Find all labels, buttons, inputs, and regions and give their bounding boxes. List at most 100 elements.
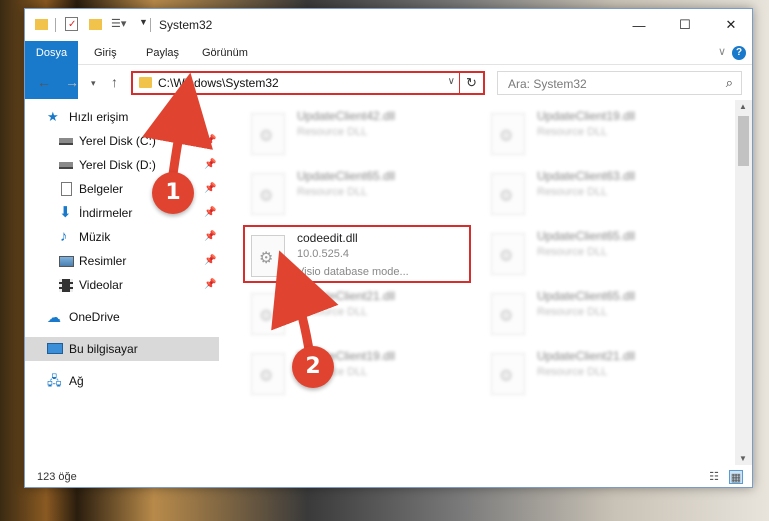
pin-icon[interactable]: 📌 xyxy=(204,129,216,153)
title-bar: ✓ ☰▾ ▼ System32 — ☐ ✕ xyxy=(25,9,752,41)
forward-button[interactable]: → xyxy=(65,74,79,90)
details-view-icon[interactable]: ☷ xyxy=(707,470,721,484)
divider xyxy=(55,18,56,32)
star-icon: ★ xyxy=(47,109,59,124)
dll-file-icon: ⚙ xyxy=(491,233,525,275)
pin-icon[interactable]: 📌 xyxy=(204,225,216,249)
new-folder-icon[interactable] xyxy=(89,19,102,30)
chevron-down-icon[interactable]: ▼ xyxy=(139,17,148,33)
vertical-scrollbar[interactable]: ▲ ▼ xyxy=(735,100,752,465)
file-item[interactable]: ⚙ UpdateClient63.dll Resource DLL xyxy=(485,165,713,223)
sidebar-item-music[interactable]: ♪ Müzik 📌 xyxy=(25,225,219,249)
download-icon: ⬇ xyxy=(59,204,72,221)
sidebar-item-label: Resimler xyxy=(79,254,127,268)
large-icons-view-icon[interactable]: ▦ xyxy=(729,470,743,484)
sidebar-item-onedrive[interactable]: ☁ OneDrive xyxy=(25,305,219,329)
address-path[interactable]: C:\Windows\System32 xyxy=(158,76,279,90)
file-name: codeedit.dll xyxy=(297,231,358,245)
file-description: Resource DLL xyxy=(537,366,608,378)
scroll-thumb[interactable] xyxy=(738,116,749,166)
collapse-ribbon-icon[interactable]: ∨ xyxy=(718,45,726,58)
item-count: 123 öğe xyxy=(37,471,77,483)
pin-icon[interactable]: 📌 xyxy=(204,201,216,225)
ribbon-tabs: Dosya Giriş Paylaş Görünüm ∨ ? xyxy=(25,41,752,99)
dll-file-icon: ⚙ xyxy=(251,293,285,335)
folder-icon xyxy=(139,77,152,88)
tab-home[interactable]: Giriş xyxy=(85,41,126,65)
dll-file-icon: ⚙ xyxy=(251,173,285,215)
folder-icon xyxy=(35,19,48,30)
sidebar-item-label: İndirmeler xyxy=(79,206,133,220)
sidebar-item-label: Yerel Disk (D:) xyxy=(79,158,156,172)
pin-icon[interactable]: 📌 xyxy=(204,273,216,297)
close-button[interactable]: ✕ xyxy=(708,9,754,41)
file-item[interactable]: ⚙ UpdateClient65.dll Resource DLL xyxy=(485,285,713,343)
pin-icon[interactable]: 📌 xyxy=(204,249,216,273)
sidebar-item-label: Belgeler xyxy=(79,182,124,196)
up-button[interactable]: ↑ xyxy=(111,74,118,90)
file-name: UpdateClient42.dll xyxy=(297,109,396,123)
pin-icon[interactable]: 📌 xyxy=(204,153,216,177)
tab-view[interactable]: Görünüm xyxy=(193,41,257,65)
drive-icon xyxy=(59,138,73,145)
status-bar: 123 öğe ☷ ▦ xyxy=(25,465,752,489)
file-item[interactable]: ⚙ UpdateClient19.dll Resource DLL xyxy=(485,105,713,163)
file-description: Resource DLL xyxy=(297,126,368,138)
search-input[interactable]: Ara: System32 xyxy=(508,77,587,91)
file-description: Resource DLL xyxy=(537,126,608,138)
file-version: 10.0.525.4 xyxy=(297,248,349,260)
dll-file-icon: ⚙ xyxy=(491,353,525,395)
back-button[interactable]: ← xyxy=(37,74,51,90)
properties-icon[interactable]: ✓ xyxy=(65,17,78,31)
explorer-window: ✓ ☰▾ ▼ System32 — ☐ ✕ Dosya Giriş Paylaş… xyxy=(24,8,753,488)
dll-file-icon: ⚙ xyxy=(251,353,285,395)
file-name: UpdateClient65.dll xyxy=(297,169,396,183)
navigation-bar: ← → ▾ ↑ C:\Windows\System32 ∨ ↻ Ara: Sys… xyxy=(25,66,752,100)
sidebar-item-pictures[interactable]: Resimler 📌 xyxy=(25,249,219,273)
file-item[interactable]: ⚙ UpdateClient19.dll Resource DLL xyxy=(245,345,473,403)
minimize-button[interactable]: — xyxy=(616,9,662,41)
address-bar[interactable]: C:\Windows\System32 ∨ ↻ xyxy=(131,71,485,95)
tab-share[interactable]: Paylaş xyxy=(137,41,188,65)
sidebar-item-label: Ağ xyxy=(69,374,84,388)
sidebar-item-quick-access[interactable]: ★ Hızlı erişim xyxy=(25,105,219,129)
file-name: UpdateClient65.dll xyxy=(537,289,636,303)
search-icon[interactable]: ⌕ xyxy=(726,75,733,91)
file-item[interactable]: ⚙ UpdateClient42.dll Resource DLL xyxy=(245,105,473,163)
scroll-down-icon[interactable]: ▼ xyxy=(739,454,747,463)
search-box[interactable]: Ara: System32 ⌕ xyxy=(497,71,742,95)
file-name: UpdateClient21.dll xyxy=(297,289,396,303)
sidebar-item-label: Videolar xyxy=(79,278,123,292)
refresh-button[interactable]: ↻ xyxy=(459,73,483,93)
scroll-up-icon[interactable]: ▲ xyxy=(739,102,747,111)
sidebar-item-label: Müzik xyxy=(79,230,111,244)
sidebar-item-drive-c[interactable]: Yerel Disk (C:) 📌 xyxy=(25,129,219,153)
maximize-button[interactable]: ☐ xyxy=(662,9,708,41)
pin-icon[interactable]: 📌 xyxy=(204,177,216,201)
sidebar-item-label: Hızlı erişim xyxy=(69,110,129,124)
cloud-icon: ☁ xyxy=(47,309,61,325)
step-badge-1: 1 xyxy=(152,172,194,214)
sidebar-item-this-pc[interactable]: Bu bilgisayar xyxy=(25,337,219,361)
customize-toolbar-icon[interactable]: ☰▾ xyxy=(111,17,126,33)
recent-locations-icon[interactable]: ▾ xyxy=(91,78,96,89)
sidebar-item-videos[interactable]: Videolar 📌 xyxy=(25,273,219,297)
computer-icon xyxy=(47,343,63,354)
file-item[interactable]: ⚙ UpdateClient21.dll Resource DLL xyxy=(485,345,713,403)
chevron-down-icon[interactable]: ∨ xyxy=(448,76,455,87)
file-description: Visio database mode... xyxy=(297,266,409,278)
file-item-codeedit[interactable]: ⚙ codeedit.dll 10.0.525.4 Visio database… xyxy=(243,225,471,283)
sidebar-item-network[interactable]: 🖧 Ağ xyxy=(25,369,219,393)
file-description: Resource DLL xyxy=(537,186,608,198)
help-icon[interactable]: ? xyxy=(732,46,746,60)
file-description: Resource DLL xyxy=(297,186,368,198)
sidebar-item-drive-d[interactable]: Yerel Disk (D:) 📌 xyxy=(25,153,219,177)
file-item[interactable]: ⚙ UpdateClient65.dll Resource DLL xyxy=(245,165,473,223)
network-icon: 🖧 xyxy=(47,373,62,388)
step-badge-2: 2 xyxy=(292,346,334,388)
file-name: UpdateClient65.dll xyxy=(537,229,636,243)
documents-icon xyxy=(61,182,72,196)
file-item[interactable]: ⚙ UpdateClient21.dll Resource DLL xyxy=(245,285,473,343)
file-item[interactable]: ⚙ UpdateClient65.dll Resource DLL xyxy=(485,225,713,283)
file-description: Resource DLL xyxy=(537,306,608,318)
